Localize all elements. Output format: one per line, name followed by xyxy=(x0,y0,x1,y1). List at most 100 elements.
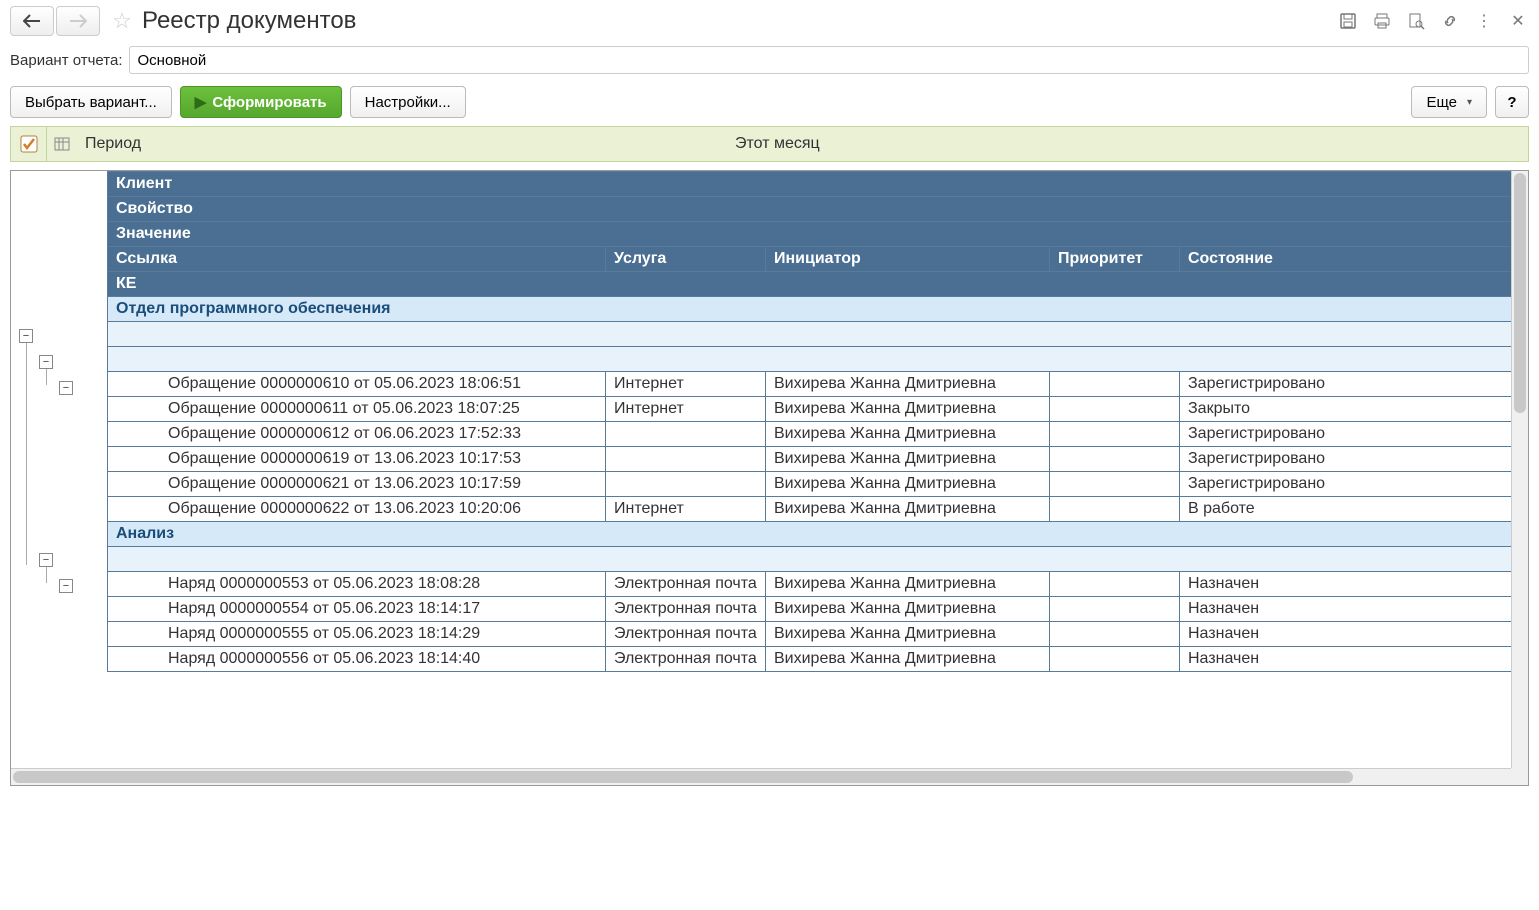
table-cell: Обращение 0000000622 от 13.06.2023 10:20… xyxy=(108,497,606,522)
tree-collapse-node[interactable]: − xyxy=(59,579,73,593)
filter-checkbox[interactable] xyxy=(11,127,47,161)
subgroup-row xyxy=(108,547,1528,572)
table-cell: Интернет xyxy=(606,372,766,397)
horizontal-scrollbar[interactable] xyxy=(11,768,1511,785)
table-cell xyxy=(1050,422,1180,447)
kebab-menu-icon[interactable]: ⋮ xyxy=(1473,10,1495,32)
table-row[interactable]: Обращение 0000000612 от 06.06.2023 17:52… xyxy=(108,422,1528,447)
table-cell: Вихирева Жанна Дмитриевна xyxy=(766,397,1050,422)
variant-label: Вариант отчета: xyxy=(10,52,123,69)
select-variant-label: Выбрать вариант... xyxy=(25,94,157,111)
table-cell: Вихирева Жанна Дмитриевна xyxy=(766,572,1050,597)
table-cell: Зарегистрировано xyxy=(1180,447,1528,472)
table-cell: Вихирева Жанна Дмитриевна xyxy=(766,472,1050,497)
nav-forward-button[interactable] xyxy=(56,6,100,36)
group-row[interactable]: Отдел программного обеспечения xyxy=(108,297,1528,322)
subgroup-row xyxy=(108,347,1528,372)
generate-button[interactable]: ▶ Сформировать xyxy=(180,86,342,118)
group-row[interactable]: Анализ xyxy=(108,522,1528,547)
table-cell: В работе xyxy=(1180,497,1528,522)
table-cell xyxy=(1050,447,1180,472)
table-row[interactable]: Обращение 0000000611 от 05.06.2023 18:07… xyxy=(108,397,1528,422)
table-cell xyxy=(606,447,766,472)
header-ke: КЕ xyxy=(108,272,1528,297)
table-cell: Обращение 0000000619 от 13.06.2023 10:17… xyxy=(108,447,606,472)
table-row[interactable]: Наряд 0000000553 от 05.06.2023 18:08:28Э… xyxy=(108,572,1528,597)
table-cell: Обращение 0000000610 от 05.06.2023 18:06… xyxy=(108,372,606,397)
table-cell: Вихирева Жанна Дмитриевна xyxy=(766,647,1050,672)
table-cell: Электронная почта xyxy=(606,597,766,622)
col-initiator[interactable]: Инициатор xyxy=(766,247,1050,272)
table-cell: Вихирева Жанна Дмитриевна xyxy=(766,597,1050,622)
table-cell: Обращение 0000000621 от 13.06.2023 10:17… xyxy=(108,472,606,497)
table-cell: Зарегистрировано xyxy=(1180,372,1528,397)
table-cell xyxy=(1050,472,1180,497)
col-state[interactable]: Состояние xyxy=(1180,247,1528,272)
table-cell: Наряд 0000000555 от 05.06.2023 18:14:29 xyxy=(108,622,606,647)
vertical-scrollbar[interactable] xyxy=(1511,171,1528,768)
play-icon: ▶ xyxy=(195,93,207,111)
close-icon[interactable]: ✕ xyxy=(1507,10,1529,32)
table-row[interactable]: Обращение 0000000621 от 13.06.2023 10:17… xyxy=(108,472,1528,497)
table-row[interactable]: Наряд 0000000554 от 05.06.2023 18:14:17Э… xyxy=(108,597,1528,622)
table-row[interactable]: Обращение 0000000619 от 13.06.2023 10:17… xyxy=(108,447,1528,472)
tree-collapse-node[interactable]: − xyxy=(39,553,53,567)
table-cell: Назначен xyxy=(1180,572,1528,597)
col-priority[interactable]: Приоритет xyxy=(1050,247,1180,272)
table-row[interactable]: Обращение 0000000622 от 13.06.2023 10:20… xyxy=(108,497,1528,522)
table-cell xyxy=(1050,597,1180,622)
settings-button[interactable]: Настройки... xyxy=(350,86,466,118)
table-cell: Электронная почта xyxy=(606,622,766,647)
table-cell: Вихирева Жанна Дмитриевна xyxy=(766,422,1050,447)
table-cell: Назначен xyxy=(1180,647,1528,672)
more-button[interactable]: Еще xyxy=(1411,86,1487,118)
table-row[interactable]: Наряд 0000000555 от 05.06.2023 18:14:29Э… xyxy=(108,622,1528,647)
table-cell: Зарегистрировано xyxy=(1180,472,1528,497)
table-row[interactable]: Наряд 0000000556 от 05.06.2023 18:14:40Э… xyxy=(108,647,1528,672)
link-icon[interactable] xyxy=(1439,10,1461,32)
header-client: Клиент xyxy=(108,172,1528,197)
table-cell xyxy=(606,422,766,447)
tree-collapse-node[interactable]: − xyxy=(59,381,73,395)
filter-label[interactable]: Период xyxy=(77,135,727,153)
col-service[interactable]: Услуга xyxy=(606,247,766,272)
favorite-star-icon[interactable]: ☆ xyxy=(108,8,136,34)
table-cell: Назначен xyxy=(1180,597,1528,622)
table-cell: Закрыто xyxy=(1180,397,1528,422)
table-cell: Интернет xyxy=(606,497,766,522)
select-variant-button[interactable]: Выбрать вариант... xyxy=(10,86,172,118)
table-cell xyxy=(1050,622,1180,647)
table-cell: Назначен xyxy=(1180,622,1528,647)
table-cell xyxy=(1050,372,1180,397)
table-cell: Интернет xyxy=(606,397,766,422)
nav-back-button[interactable] xyxy=(10,6,54,36)
page-title: Реестр документов xyxy=(142,7,356,35)
table-cell: Вихирева Жанна Дмитриевна xyxy=(766,622,1050,647)
table-cell: Наряд 0000000556 от 05.06.2023 18:14:40 xyxy=(108,647,606,672)
help-button[interactable]: ? xyxy=(1495,86,1529,118)
table-cell: Обращение 0000000611 от 05.06.2023 18:07… xyxy=(108,397,606,422)
tree-collapse-node[interactable]: − xyxy=(19,329,33,343)
table-cell: Обращение 0000000612 от 06.06.2023 17:52… xyxy=(108,422,606,447)
preview-icon[interactable] xyxy=(1405,10,1427,32)
tree-gutter: − − − − − xyxy=(11,171,107,785)
table-cell xyxy=(1050,647,1180,672)
tree-collapse-node[interactable]: − xyxy=(39,355,53,369)
table-cell: Зарегистрировано xyxy=(1180,422,1528,447)
settings-label: Настройки... xyxy=(365,94,451,111)
subgroup-row xyxy=(108,322,1528,347)
save-icon[interactable] xyxy=(1337,10,1359,32)
table-cell: Наряд 0000000554 от 05.06.2023 18:14:17 xyxy=(108,597,606,622)
table-cell: Электронная почта xyxy=(606,572,766,597)
filter-type-icon[interactable] xyxy=(47,127,77,161)
table-row[interactable]: Обращение 0000000610 от 05.06.2023 18:06… xyxy=(108,372,1528,397)
table-cell xyxy=(606,472,766,497)
table-cell: Вихирева Жанна Дмитриевна xyxy=(766,447,1050,472)
print-icon[interactable] xyxy=(1371,10,1393,32)
table-cell: Вихирева Жанна Дмитриевна xyxy=(766,372,1050,397)
filter-value[interactable]: Этот месяц xyxy=(727,135,1528,153)
report-table: Клиент Свойство Значение Ссылка Услуга И… xyxy=(107,171,1528,672)
col-reference[interactable]: Ссылка xyxy=(108,247,606,272)
header-property: Свойство xyxy=(108,197,1528,222)
variant-input[interactable] xyxy=(129,46,1530,74)
